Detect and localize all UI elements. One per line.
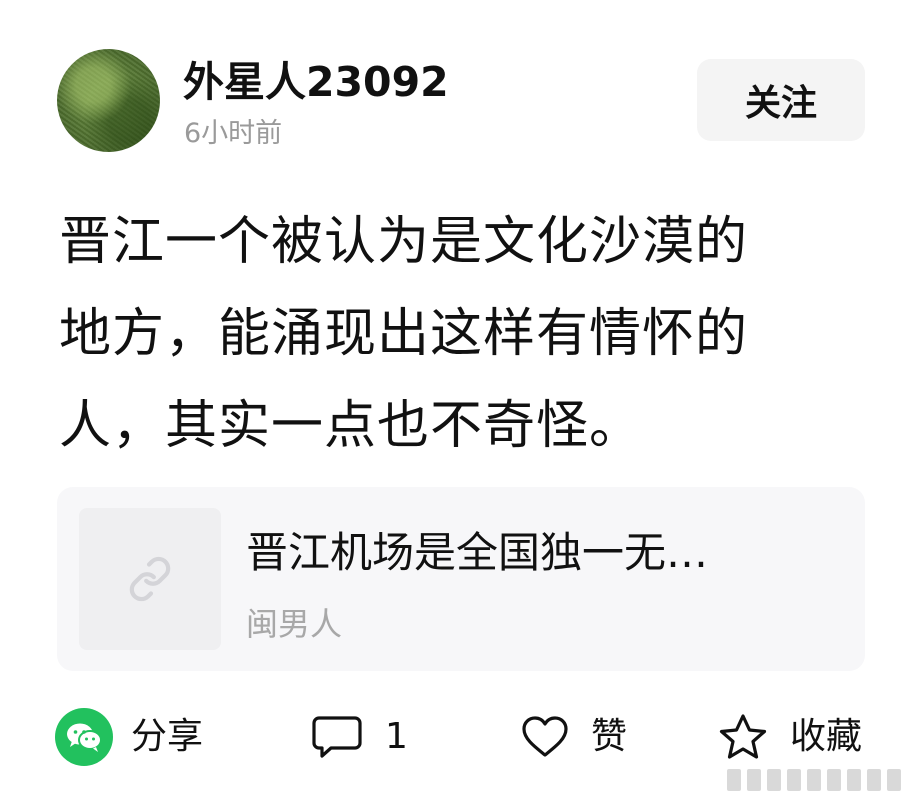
- watermark-decoration: [727, 769, 901, 791]
- comment-count: 1: [385, 716, 408, 757]
- heart-icon: [522, 716, 568, 757]
- post-content-line: 晋江一个被认为是文化沙漠的: [59, 212, 749, 272]
- link-thumbnail: [79, 508, 221, 650]
- link-icon: [129, 556, 171, 602]
- share-button[interactable]: 分享: [55, 706, 203, 768]
- post-content-line: 地方，能涌现出这样有情怀的: [59, 304, 749, 364]
- follow-button[interactable]: 关注: [697, 59, 865, 141]
- post-card: 外星人23092 6小时前 关注 晋江一个被认为是文化沙漠的 地方，能涌现出这样…: [0, 0, 917, 809]
- comment-bubble-icon: [312, 716, 362, 758]
- post-content: 晋江一个被认为是文化沙漠的 地方，能涌现出这样有情怀的 人，其实一点也不奇怪。: [59, 196, 839, 472]
- favorite-button[interactable]: 收藏: [718, 706, 862, 768]
- share-label: 分享: [131, 716, 204, 757]
- link-source: 闽男人: [246, 605, 343, 643]
- username[interactable]: 外星人23092: [183, 58, 449, 106]
- like-button[interactable]: 赞: [521, 706, 627, 768]
- favorite-label: 收藏: [790, 716, 863, 757]
- post-time: 6小时前: [184, 118, 283, 149]
- avatar[interactable]: [57, 49, 160, 152]
- star-icon: [719, 714, 767, 759]
- wechat-icon: [55, 708, 113, 766]
- comment-button[interactable]: 1: [311, 706, 408, 768]
- post-content-line: 人，其实一点也不奇怪。: [59, 396, 643, 456]
- link-card[interactable]: 晋江机场是全国独一无… 闽男人: [57, 487, 865, 671]
- like-label: 赞: [591, 716, 628, 757]
- link-title: 晋江机场是全国独一无…: [246, 528, 709, 577]
